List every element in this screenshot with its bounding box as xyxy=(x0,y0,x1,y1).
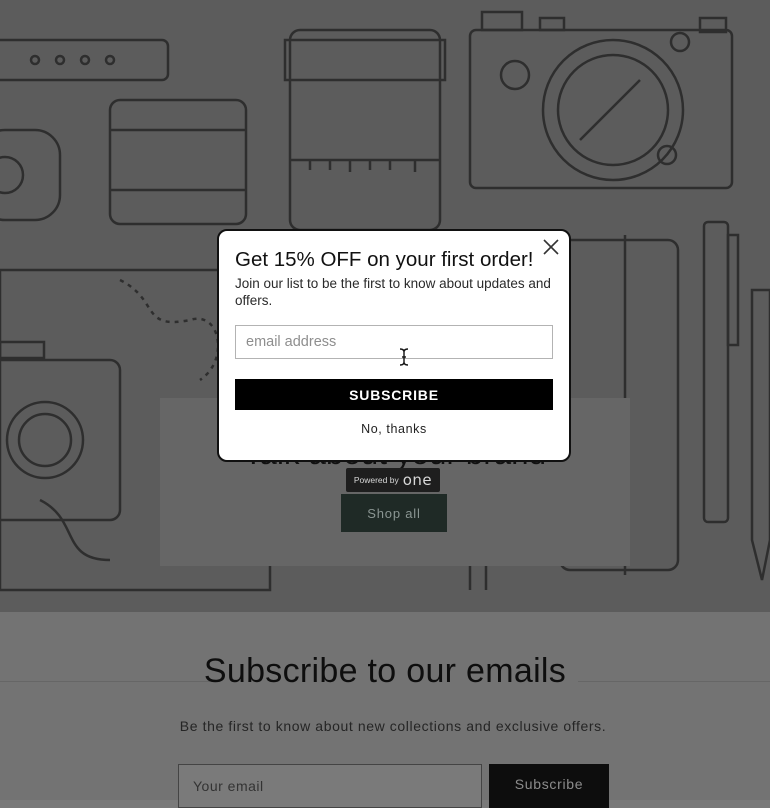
popup-description: Join our list to be the first to know ab… xyxy=(235,276,551,308)
newsletter-title: Subscribe to our emails xyxy=(203,652,567,690)
popup-dismiss-link[interactable]: No, thanks xyxy=(219,422,569,436)
newsletter-email-input[interactable]: Your email xyxy=(178,764,482,808)
popup-title: Get 15% OFF on your first order! xyxy=(235,248,534,271)
text-cursor-icon xyxy=(399,347,409,372)
powered-by-label: Powered by xyxy=(353,475,399,485)
powered-by-badge[interactable]: Powered by one xyxy=(346,468,440,492)
powered-by-brand: one xyxy=(402,471,433,489)
shop-all-button[interactable]: Shop all xyxy=(341,494,447,532)
close-icon[interactable] xyxy=(541,237,561,257)
popup-subscribe-button[interactable]: SUBSCRIBE xyxy=(235,379,553,410)
popup-email-input[interactable] xyxy=(235,325,553,359)
newsletter-description: Be the first to know about new collectio… xyxy=(179,718,607,734)
discount-popup: Get 15% OFF on your first order! Join ou… xyxy=(217,229,571,462)
newsletter-subscribe-button[interactable]: Subscribe xyxy=(489,764,609,808)
